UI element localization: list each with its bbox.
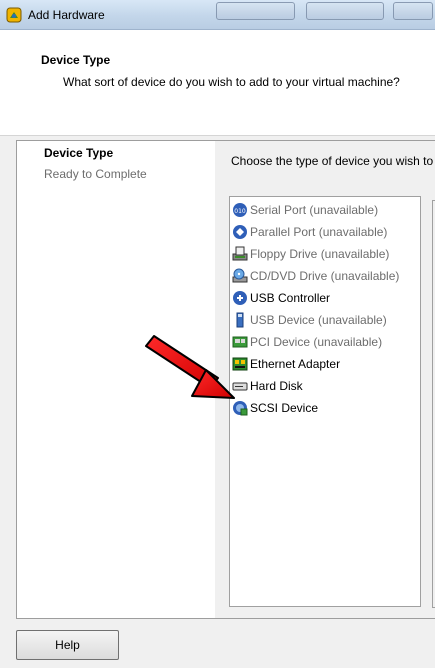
title-button-2[interactable] bbox=[306, 2, 384, 20]
add-hardware-window: Add Hardware Device Type What sort of de… bbox=[0, 0, 435, 668]
list-item-usb-device[interactable]: USB Device (unavailable) bbox=[232, 310, 420, 330]
list-item-pci-device[interactable]: PCI Device (unavailable) bbox=[232, 332, 420, 352]
list-item-parallel-port[interactable]: Parallel Port (unavailable) bbox=[232, 222, 420, 242]
step-device-type[interactable]: Device Type bbox=[44, 146, 113, 160]
cd-dvd-drive-icon bbox=[232, 268, 248, 283]
title-bar: Add Hardware bbox=[0, 0, 435, 30]
usb-device-icon bbox=[236, 312, 244, 328]
device-label: Ethernet Adapter bbox=[250, 357, 341, 371]
red-arrow-annotation bbox=[145, 335, 235, 399]
device-label: SCSI Device bbox=[250, 401, 319, 415]
add-hardware-icon bbox=[6, 7, 22, 23]
header-title: Device Type bbox=[41, 53, 111, 67]
device-type-list[interactable]: 010 Serial Port (unavailable) Parallel P… bbox=[229, 196, 421, 607]
parallel-port-icon bbox=[233, 225, 247, 239]
device-label: CD/DVD Drive (unavailable) bbox=[250, 269, 400, 283]
device-type-prompt: Choose the type of device you wish to ad… bbox=[231, 154, 435, 168]
device-label: Hard Disk bbox=[250, 379, 303, 393]
serial-port-icon: 010 bbox=[233, 203, 247, 217]
list-item-scsi-device[interactable]: SCSI Device bbox=[232, 398, 420, 418]
device-label: Serial Port (unavailable) bbox=[250, 203, 379, 217]
window-title: Add Hardware bbox=[28, 8, 105, 22]
step-ready-to-complete[interactable]: Ready to Complete bbox=[44, 167, 147, 181]
wizard-header: Device Type What sort of device do you w… bbox=[0, 30, 435, 136]
device-label: PCI Device (unavailable) bbox=[250, 335, 383, 349]
floppy-drive-icon bbox=[232, 246, 248, 261]
list-item-ethernet-adapter[interactable]: Ethernet Adapter bbox=[232, 354, 420, 374]
svg-text:010: 010 bbox=[234, 208, 246, 215]
device-label: Parallel Port (unavailable) bbox=[250, 225, 388, 239]
title-button-1[interactable] bbox=[216, 2, 295, 20]
list-item-cd-dvd-drive[interactable]: CD/DVD Drive (unavailable) bbox=[232, 266, 420, 286]
usb-controller-icon bbox=[233, 291, 247, 305]
device-label: USB Controller bbox=[250, 291, 331, 305]
device-label: USB Device (unavailable) bbox=[250, 313, 387, 327]
list-item-floppy-drive[interactable]: Floppy Drive (unavailable) bbox=[232, 244, 420, 264]
list-item-usb-controller[interactable]: USB Controller bbox=[232, 288, 420, 308]
title-button-3[interactable] bbox=[393, 2, 433, 20]
help-button[interactable]: Help bbox=[16, 630, 119, 660]
header-subtitle: What sort of device do you wish to add t… bbox=[63, 75, 400, 89]
list-item-serial-port[interactable]: 010 Serial Port (unavailable) bbox=[232, 200, 420, 220]
list-item-hard-disk[interactable]: Hard Disk bbox=[232, 376, 420, 396]
device-label: Floppy Drive (unavailable) bbox=[250, 247, 390, 261]
